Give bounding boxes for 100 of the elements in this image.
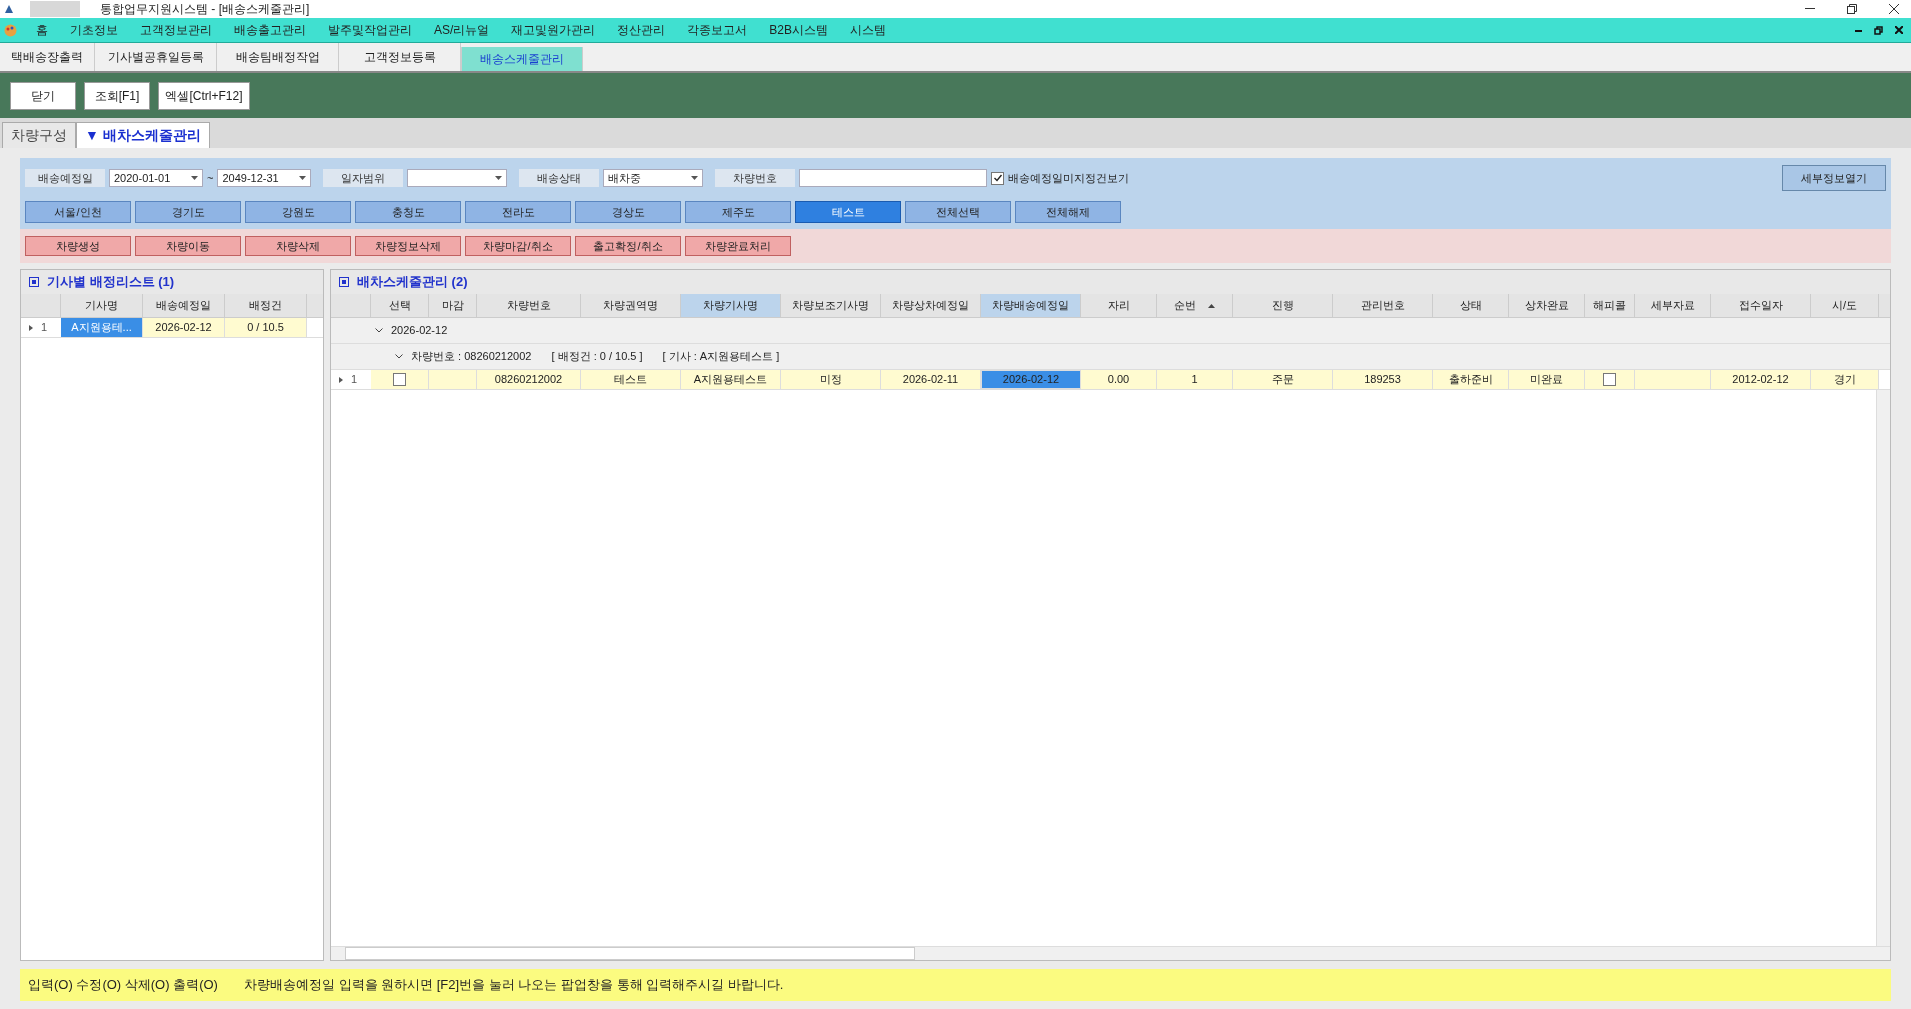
column-header[interactable]: 상태 — [1433, 294, 1509, 317]
table-cell: A지원용테스트 — [681, 370, 781, 389]
table-cell: 미완료 — [1509, 370, 1585, 389]
detail-open-button[interactable]: 세부정보열기 — [1782, 165, 1886, 191]
region-button[interactable]: 전체선택 — [905, 201, 1011, 223]
menu-item[interactable]: 시스템 — [839, 21, 898, 39]
dropdown-field[interactable]: 배차중 — [603, 169, 704, 187]
toolbar-button[interactable]: 닫기 — [10, 81, 76, 110]
table-cell: 08260212002 — [477, 370, 581, 389]
menu-item[interactable]: 홈 — [25, 21, 59, 39]
menu-item[interactable]: AS/리뉴얼 — [423, 21, 501, 39]
restore-icon[interactable] — [1874, 25, 1883, 35]
column-header[interactable]: 자리 — [1081, 294, 1157, 317]
minimize-icon[interactable] — [1805, 8, 1815, 10]
table-cell: 출하준비 — [1433, 370, 1509, 389]
region-button[interactable]: 전체해제 — [1015, 201, 1121, 223]
row-pointer-icon — [339, 376, 343, 383]
checkbox-label: 배송예정일미지정건보기 — [1008, 170, 1130, 186]
document-tab[interactable]: 배송스케줄관리 — [461, 47, 583, 71]
status-message: 차량배송예정일 입력을 원하시면 [F2]번을 눌러 나오는 팝업창을 통해 입력해주시길 바랍니다. — [243, 976, 784, 995]
field-label: 배송예정일 — [25, 169, 105, 187]
action-button[interactable]: 차량이동 — [135, 236, 241, 256]
group-label: 차량번호 : 08260212002 — [411, 349, 532, 365]
redacted-block — [30, 1, 80, 17]
column-header[interactable]: 세부자료 — [1635, 294, 1711, 317]
dropdown-field[interactable]: 2020-01-01 — [109, 169, 203, 187]
close-icon[interactable] — [1895, 26, 1903, 34]
column-header[interactable]: 관리번호 — [1333, 294, 1433, 317]
panel-icon — [339, 277, 349, 287]
menu-item[interactable]: 재고및원가관리 — [500, 21, 607, 39]
menu-item[interactable]: 배송출고관리 — [223, 21, 317, 39]
region-button[interactable]: 전라도 — [465, 201, 571, 223]
table-cell: A지원용테... — [61, 318, 143, 337]
column-header[interactable]: 해피콜 — [1585, 294, 1635, 317]
toolbar-button[interactable]: 조회[F1] — [84, 81, 150, 110]
action-button[interactable]: 차량마감/취소 — [465, 236, 571, 256]
column-header[interactable]: 마감 — [429, 294, 477, 317]
region-button[interactable]: 충청도 — [355, 201, 461, 223]
region-button[interactable]: 제주도 — [685, 201, 791, 223]
table-cell: 189253 — [1333, 370, 1433, 389]
document-tab[interactable]: 택배송장출력 — [0, 43, 95, 71]
dropdown-arrow-icon — [691, 176, 699, 180]
checkbox[interactable] — [393, 373, 406, 386]
column-header[interactable]: 기사명 — [61, 294, 143, 317]
toolbar-button[interactable]: 엑셀[Ctrl+F12] — [158, 81, 250, 110]
vertical-scrollbar[interactable] — [1876, 390, 1890, 946]
action-button[interactable]: 출고확정/취소 — [575, 236, 681, 256]
collapse-chevron-icon[interactable] — [395, 354, 403, 359]
menu-item[interactable]: 발주및작업관리 — [317, 21, 423, 39]
column-header[interactable]: 접수일자 — [1711, 294, 1811, 317]
panel-icon — [29, 277, 39, 287]
column-header[interactable]: 차량기사명 — [681, 294, 781, 317]
action-button[interactable]: 차량완료처리 — [685, 236, 791, 256]
action-button[interactable]: 차량삭제 — [245, 236, 351, 256]
document-tab[interactable]: 기사별공휴일등록 — [95, 43, 217, 71]
dropdown-field[interactable] — [407, 169, 508, 187]
action-button[interactable]: 차량생성 — [25, 236, 131, 256]
menu-item[interactable]: 각종보고서 — [676, 21, 759, 39]
restore-icon[interactable] — [1847, 4, 1857, 14]
region-button[interactable]: 경기도 — [135, 201, 241, 223]
action-button[interactable]: 차량정보삭제 — [355, 236, 461, 256]
menu-item[interactable]: 고객정보관리 — [129, 21, 223, 39]
column-header[interactable]: 차량보조기사명 — [781, 294, 881, 317]
panel-title: 배차스케줄관리 (2) — [357, 273, 468, 292]
vehicle-number-field[interactable] — [799, 169, 988, 187]
app-icon — [4, 4, 14, 14]
document-tab[interactable]: 배송팀배정작업 — [217, 43, 339, 71]
minimize-icon[interactable] — [1855, 28, 1862, 32]
column-header[interactable]: 선택 — [371, 294, 429, 317]
checkbox[interactable] — [991, 171, 1005, 185]
region-button[interactable]: 서울/인천 — [25, 201, 131, 223]
menu-item[interactable]: 정산관리 — [606, 21, 677, 39]
column-header[interactable]: 배정건 — [225, 294, 307, 317]
column-header[interactable]: 차량배송예정일 — [981, 294, 1081, 317]
close-icon[interactable] — [1889, 4, 1899, 14]
menu-item[interactable]: 기초정보 — [59, 21, 129, 39]
column-header[interactable]: 시/도 — [1811, 294, 1879, 317]
table-cell: 2026-02-12 — [981, 370, 1081, 389]
region-button[interactable]: 테스트 — [795, 201, 901, 223]
group-label: 2026-02-12 — [391, 323, 448, 339]
horizontal-scrollbar[interactable] — [331, 946, 1890, 960]
sub-tab[interactable]: 차량구성 — [2, 122, 76, 148]
checkbox[interactable] — [1603, 373, 1616, 386]
permission-status: 입력(O) 수정(O) 삭제(O) 출력(O) — [28, 976, 218, 995]
column-header[interactable]: 배송예정일 — [143, 294, 225, 317]
table-cell: 0.00 — [1081, 370, 1157, 389]
collapse-chevron-icon[interactable] — [375, 328, 383, 333]
menu-item[interactable]: B2B시스템 — [758, 21, 840, 39]
column-header[interactable]: 순번 — [1157, 294, 1233, 317]
table-cell: 2026-02-12 — [143, 318, 225, 337]
region-button[interactable]: 강원도 — [245, 201, 351, 223]
dropdown-field[interactable]: 2049-12-31 — [217, 169, 312, 187]
column-header[interactable]: 진행 — [1233, 294, 1333, 317]
table-cell: 2012-02-12 — [1711, 370, 1811, 389]
table-cell: 0 / 10.5 — [225, 318, 307, 337]
column-header[interactable]: 상차완료 — [1509, 294, 1585, 317]
column-header[interactable]: 차량번호 — [477, 294, 581, 317]
sub-tab[interactable]: ▼ 배차스케줄관리 — [76, 122, 210, 148]
row-number: 1 — [21, 318, 61, 337]
region-button[interactable]: 경상도 — [575, 201, 681, 223]
